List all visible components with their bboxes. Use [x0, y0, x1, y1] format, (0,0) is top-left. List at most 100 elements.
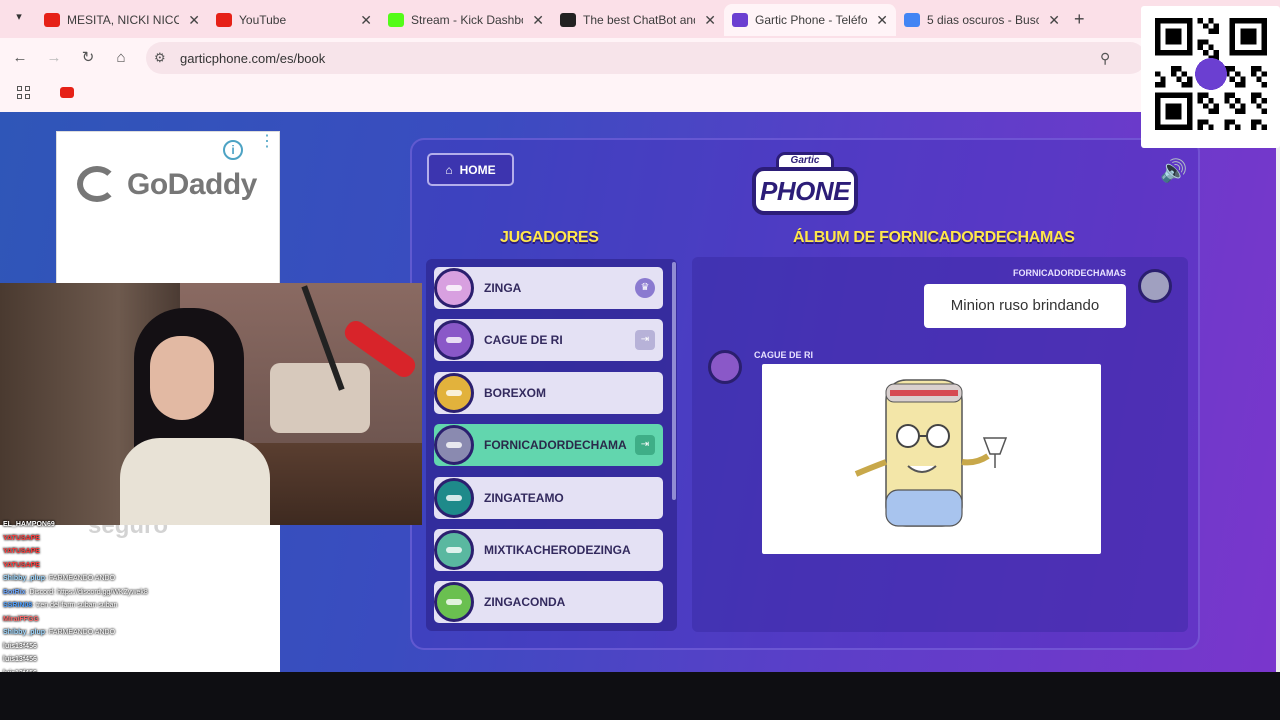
new-tab-button[interactable]: +	[1074, 9, 1085, 30]
site-info-icon[interactable]: ⚙	[154, 50, 166, 66]
qr-code	[1141, 6, 1280, 148]
chat-message: YATUSAPE	[0, 532, 280, 546]
tab-close-icon[interactable]: ✕	[704, 12, 716, 29]
ad-info-icon[interactable]: i	[223, 140, 243, 160]
godaddy-logo-icon	[77, 166, 117, 202]
chat-text: : FARMEANDO ANDO	[45, 629, 116, 636]
browser-toolbar: ← → ↻ ⌂ ⚙ garticphone.com/es/book	[0, 38, 1280, 78]
godaddy-ad[interactable]: i ⋮ GoDaddy	[56, 131, 280, 285]
tab-label: MESITA, NICKI NICOLE	[67, 13, 179, 27]
chat-message: EL_HAMPON69	[0, 518, 280, 532]
chatbot-icon	[560, 13, 576, 27]
chat-username: YATUSAPE	[3, 548, 40, 555]
qr-code-image	[1155, 18, 1267, 130]
player-avatar	[434, 530, 474, 570]
album-drawing	[762, 364, 1101, 554]
youtube-icon	[44, 13, 60, 27]
chat-username: Shibby_plup	[3, 575, 45, 582]
tab-search-button[interactable]: ▾	[8, 10, 30, 28]
gartic-icon	[732, 13, 748, 27]
tab-0[interactable]: MESITA, NICKI NICOLE ✕	[36, 6, 208, 34]
ad-menu-icon[interactable]: ⋮	[259, 134, 275, 160]
url-text: garticphone.com/es/book	[180, 51, 326, 66]
tab-label: The best ChatBot and	[583, 13, 695, 27]
chat-message: YATUSAPE	[0, 559, 280, 573]
crown-icon: ♛	[635, 278, 655, 298]
logo-main-text: PHONE	[752, 167, 858, 215]
exit-icon[interactable]: ⇥	[635, 330, 655, 351]
players-scrollbar[interactable]	[672, 262, 676, 500]
reload-button[interactable]: ↻	[78, 48, 98, 68]
youtube-icon	[216, 13, 232, 27]
page-edge	[1276, 112, 1280, 672]
chat-message: Shibby_plup: FARMEANDO ANDO	[0, 572, 280, 586]
drawing-author-avatar	[708, 350, 742, 384]
minion-drawing	[854, 379, 1008, 527]
tab-1[interactable]: YouTube ✕	[208, 6, 380, 34]
chat-username: luis13f456	[3, 656, 37, 663]
tab-close-icon[interactable]: ✕	[360, 12, 372, 29]
tab-label: Gartic Phone - Teléfono	[755, 13, 867, 27]
chat-message: luis13f456	[0, 640, 280, 654]
player-name: ZINGA	[484, 281, 522, 295]
tab-3[interactable]: The best ChatBot and ✕	[552, 6, 724, 34]
player-name: MIXTIKACHERODEZINGA	[484, 543, 631, 557]
player-row[interactable]: CAGUE DE RI ⇥	[434, 319, 663, 362]
tab-close-icon[interactable]: ✕	[1048, 12, 1060, 29]
chat-message: BotRix: Discord: https://discord.gg/WKZy…	[0, 586, 280, 600]
back-button[interactable]: ←	[10, 48, 30, 68]
players-list: ZINGA ♛ CAGUE DE RI ⇥ BOREXOM FORNICADORDECHA…	[426, 259, 677, 631]
forward-button[interactable]: →	[44, 48, 64, 68]
player-name: FORNICADORDECHAMA	[484, 438, 627, 453]
player-row[interactable]: FORNICADORDECHAMA ⇥	[434, 424, 663, 467]
player-avatar	[434, 477, 474, 518]
drawing-author-name: CAGUE DE RI	[754, 350, 814, 360]
chat-username: Shibby_plup	[3, 629, 45, 636]
tab-close-icon[interactable]: ✕	[532, 12, 544, 29]
chat-username: BotRix	[3, 588, 26, 596]
google-icon	[904, 13, 920, 27]
player-name: ZINGACONDA	[484, 595, 566, 610]
album-author-name: FORNICADORDECHAMAS	[1013, 268, 1126, 278]
screen: ▾ MESITA, NICKI NICOLE✕YouTube✕Stream - …	[0, 0, 1280, 720]
player-row[interactable]: MIXTIKACHERODEZINGA	[434, 529, 663, 571]
album-text-bubble: Minion ruso brindando	[924, 284, 1126, 328]
tab-2[interactable]: Stream - Kick Dashboard ✕	[380, 6, 552, 34]
home-button-label: HOME	[459, 162, 496, 177]
tab-5[interactable]: 5 dias oscuros - Buscar ✕	[896, 6, 1068, 34]
speaker-icon[interactable]: 🔊	[1160, 158, 1187, 184]
apps-grid-icon[interactable]	[17, 86, 31, 100]
chat-message: MiraiFFGG	[0, 613, 280, 627]
player-name: BOREXOM	[484, 385, 547, 400]
tab-4[interactable]: Gartic Phone - Teléfono ✕	[724, 4, 896, 36]
chat-username: YATUSAPE	[3, 534, 40, 542]
webcam-feed	[0, 283, 422, 525]
album-heading: ÁLBUM DE FORNICADORDECHAMAS	[793, 229, 1075, 246]
tab-close-icon[interactable]: ✕	[188, 12, 200, 29]
player-avatar	[434, 372, 474, 413]
tab-close-icon[interactable]: ✕	[876, 12, 888, 29]
youtube-bookmark-icon[interactable]	[60, 87, 74, 98]
player-name: ZINGATEAMO	[484, 490, 564, 505]
tab-label: YouTube	[239, 13, 287, 27]
chat-username: luis13f456	[3, 642, 37, 650]
bookmark-bar	[0, 78, 1280, 112]
chat-text: : tren del farm suban suban	[32, 602, 118, 609]
house-icon: ⌂	[445, 162, 453, 177]
exit-icon[interactable]: ⇥	[635, 435, 655, 456]
chat-username: SSRIN08	[3, 602, 33, 609]
player-row[interactable]: BOREXOM	[434, 371, 663, 414]
bottom-bar	[0, 672, 1280, 720]
kick-icon	[388, 13, 404, 27]
zoom-icon[interactable]: ⚲	[1100, 50, 1110, 67]
player-row[interactable]: ZINGATEAMO	[434, 476, 663, 519]
address-bar[interactable]: ⚙ garticphone.com/es/book	[146, 42, 1146, 74]
gartic-phone-logo: Gartic PHONE	[750, 152, 860, 220]
tab-bar: ▾ MESITA, NICKI NICOLE✕YouTube✕Stream - …	[0, 0, 1280, 38]
home-icon[interactable]: ⌂	[111, 48, 131, 68]
chat-message: YATUSAPE	[0, 545, 280, 559]
player-row[interactable]: ZINGACONDA	[434, 581, 663, 624]
player-row[interactable]: ZINGA ♛	[434, 267, 663, 309]
home-button[interactable]: ⌂ HOME	[427, 153, 514, 186]
players-heading: JUGADORES	[500, 229, 599, 246]
